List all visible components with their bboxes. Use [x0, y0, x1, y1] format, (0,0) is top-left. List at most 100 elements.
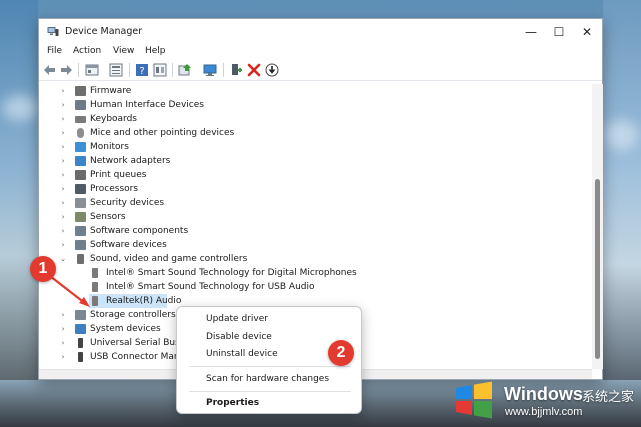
monitor-scan-icon[interactable]: [203, 63, 217, 77]
chevron-right-icon[interactable]: ›: [59, 112, 67, 126]
tree-item-label: Monitors: [90, 142, 129, 152]
forward-arrow-icon[interactable]: [59, 63, 73, 77]
watermark: Windows 系统之家 www.bjjmlv.com: [448, 376, 641, 427]
hid-icon: [75, 100, 86, 110]
chevron-right-icon[interactable]: ›: [59, 224, 67, 238]
chevron-right-icon[interactable]: ›: [59, 350, 67, 364]
toolbar-separator: [172, 63, 173, 77]
callout-2: 2: [328, 340, 354, 366]
sensor-icon: [75, 212, 86, 222]
usb-icon: [78, 338, 83, 348]
software-component-icon: [75, 226, 86, 236]
desktop-cloud: [604, 120, 638, 150]
tree-item-label: Sound, video and game controllers: [90, 254, 248, 264]
toolbar-separator: [78, 63, 79, 77]
chevron-right-icon[interactable]: ›: [59, 210, 67, 224]
tree-item-label: Human Interface Devices: [90, 100, 204, 110]
context-menu-scan-hardware[interactable]: Scan for hardware changes: [206, 374, 329, 384]
update-driver-icon[interactable]: [178, 63, 192, 77]
toolbar: ?: [39, 59, 602, 81]
desktop-right-edge: [603, 0, 641, 427]
tree-item-label: System devices: [90, 324, 161, 334]
chevron-right-icon[interactable]: ›: [59, 154, 67, 168]
tree-item-label: Intel® Smart Sound Technology for USB Au…: [106, 282, 315, 292]
chevron-right-icon[interactable]: ›: [59, 126, 67, 140]
context-menu-disable-device[interactable]: Disable device: [206, 332, 272, 342]
desktop-left-edge: [0, 0, 38, 427]
disable-download-icon[interactable]: [265, 63, 279, 77]
menu-view[interactable]: View: [113, 46, 134, 56]
tree-item-label: Software devices: [90, 240, 167, 250]
chevron-right-icon[interactable]: ›: [59, 336, 67, 350]
watermark-brand: Windows: [504, 384, 583, 404]
window-title: Device Manager: [65, 26, 143, 37]
processor-icon: [75, 184, 86, 194]
tree-item-label: USB Connector Mana: [90, 352, 186, 362]
software-device-icon: [75, 240, 86, 250]
desktop-cloud: [2, 95, 38, 121]
speaker-icon: [92, 296, 98, 306]
tree-item-label: Realtek(R) Audio: [106, 296, 182, 306]
tree-item-label: Software components: [90, 226, 189, 236]
title-bar[interactable]: Device Manager — ☐ ✕: [39, 19, 602, 45]
properties-icon[interactable]: [85, 63, 99, 77]
context-menu-properties[interactable]: Properties: [206, 398, 259, 408]
toolbar-separator: [223, 63, 224, 77]
tree-item-label: Print queues: [90, 170, 147, 180]
callout-1: 1: [30, 256, 56, 282]
chevron-right-icon[interactable]: ›: [59, 238, 67, 252]
menu-help[interactable]: Help: [145, 46, 166, 56]
network-adapter-icon: [75, 156, 86, 166]
back-arrow-icon[interactable]: [43, 63, 57, 77]
tree-item-realtek-audio[interactable]: Realtek(R) Audio: [39, 294, 182, 308]
add-driver-icon[interactable]: [229, 63, 243, 77]
context-menu-uninstall-device[interactable]: Uninstall device: [206, 349, 278, 359]
menu-file[interactable]: File: [47, 46, 62, 56]
device-manager-app-icon: [47, 27, 59, 36]
mouse-icon: [77, 128, 84, 138]
tree-item-label: Firmware: [90, 86, 132, 96]
keyboard-icon: [75, 116, 86, 123]
watermark-chinese: 系统之家: [582, 390, 635, 405]
tree-item-label: Storage controllers: [90, 310, 176, 320]
monitor-icon: [75, 142, 86, 152]
printer-icon: [75, 170, 86, 180]
tree-item-label: Intel® Smart Sound Technology for Digita…: [106, 268, 357, 278]
context-menu-separator: [189, 391, 351, 392]
tree-item-label: Sensors: [90, 212, 126, 222]
tree-item-label: Processors: [90, 184, 139, 194]
help-icon[interactable]: ?: [135, 63, 149, 77]
view-icon[interactable]: [109, 63, 123, 77]
security-device-icon: [75, 198, 86, 208]
chevron-right-icon[interactable]: ›: [59, 196, 67, 210]
speaker-icon: [92, 282, 98, 292]
chevron-right-icon[interactable]: ›: [59, 322, 67, 336]
tree-item-label: Network adapters: [90, 156, 171, 166]
vertical-scrollbar[interactable]: [592, 84, 603, 369]
storage-controller-icon: [75, 310, 86, 320]
svg-text:?: ?: [139, 66, 144, 77]
tree-item-label: Mice and other pointing devices: [90, 128, 235, 138]
close-button[interactable]: ✕: [573, 23, 601, 41]
chevron-right-icon[interactable]: ›: [59, 308, 67, 322]
speaker-icon: [77, 254, 84, 264]
chevron-right-icon[interactable]: ›: [59, 84, 67, 98]
context-menu-separator: [189, 366, 351, 367]
menu-action[interactable]: Action: [73, 46, 101, 56]
tree-item-label: Universal Serial Bus c: [90, 338, 188, 348]
chevron-down-icon[interactable]: ⌄: [59, 252, 67, 266]
toolbar-separator: [129, 63, 130, 77]
watermark-url: www.bjjmlv.com: [505, 406, 583, 418]
chevron-right-icon[interactable]: ›: [59, 168, 67, 182]
scrollbar-thumb[interactable]: [595, 179, 600, 359]
details-icon[interactable]: [153, 63, 167, 77]
firmware-icon: [75, 86, 86, 96]
chevron-right-icon[interactable]: ›: [59, 140, 67, 154]
uninstall-x-icon[interactable]: [247, 63, 261, 77]
maximize-button[interactable]: ☐: [545, 23, 573, 41]
minimize-button[interactable]: —: [517, 23, 545, 41]
context-menu-update-driver[interactable]: Update driver: [206, 314, 268, 324]
chevron-right-icon[interactable]: ›: [59, 182, 67, 196]
chevron-right-icon[interactable]: ›: [59, 98, 67, 112]
windows-logo-icon: [456, 381, 492, 419]
